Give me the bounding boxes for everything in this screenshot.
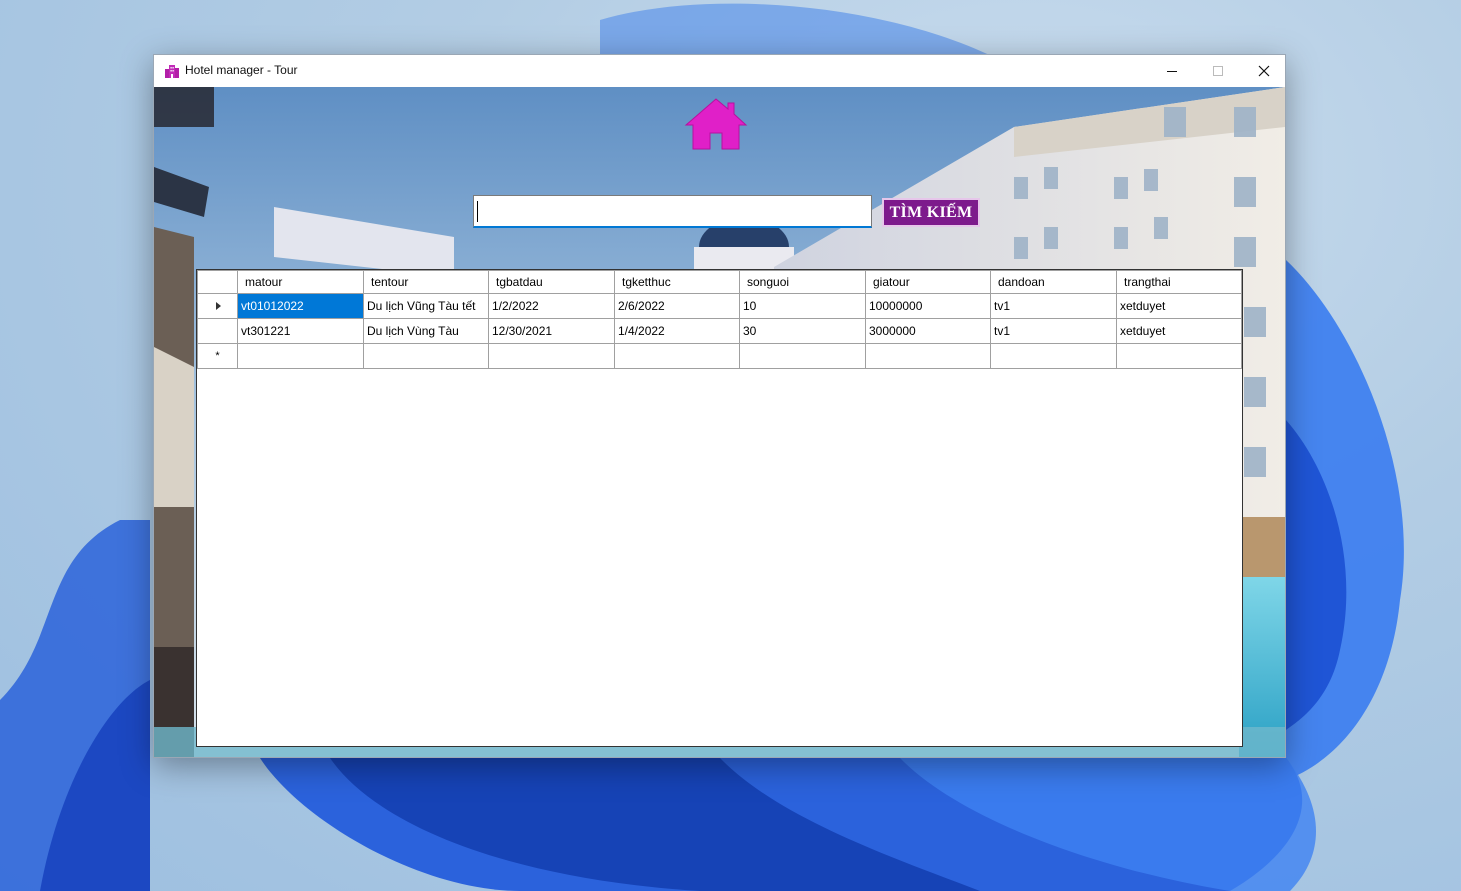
- minimize-button[interactable]: [1149, 55, 1195, 87]
- table-cell[interactable]: [1116, 343, 1242, 369]
- row-header-current[interactable]: [197, 293, 238, 319]
- corner-header[interactable]: [197, 270, 238, 294]
- column-header-matour[interactable]: matour: [237, 270, 364, 294]
- table-cell[interactable]: 1/4/2022: [614, 318, 740, 344]
- table-cell[interactable]: [488, 343, 615, 369]
- header-row: matour tentour tgbatdau tgketthuc songuo…: [197, 270, 1242, 294]
- table-cell[interactable]: Du lịch Vùng Tàu: [363, 318, 489, 344]
- table-cell[interactable]: [363, 343, 489, 369]
- close-button[interactable]: [1241, 55, 1285, 87]
- close-icon: [1258, 65, 1270, 77]
- table-cell[interactable]: 30: [739, 318, 866, 344]
- table-row[interactable]: vt01012022 Du lịch Vũng Tàu tết 1/2/2022…: [197, 293, 1242, 319]
- column-header-tgketthuc[interactable]: tgketthuc: [614, 270, 740, 294]
- table-cell[interactable]: xetduyet: [1116, 293, 1242, 319]
- text-caret: [477, 201, 478, 222]
- new-row[interactable]: *: [197, 343, 1242, 369]
- title-bar[interactable]: Hotel manager - Tour: [154, 55, 1285, 87]
- column-header-songuoi[interactable]: songuoi: [739, 270, 866, 294]
- table-cell[interactable]: 2/6/2022: [614, 293, 740, 319]
- table-cell[interactable]: xetduyet: [1116, 318, 1242, 344]
- app-window: Hotel manager - Tour TÌM KIẾM matour ten…: [153, 54, 1286, 758]
- home-icon[interactable]: [684, 97, 748, 151]
- row-header[interactable]: [197, 318, 238, 344]
- table-cell[interactable]: Du lịch Vũng Tàu tết: [363, 293, 489, 319]
- table-cell[interactable]: 3000000: [865, 318, 991, 344]
- client-area: TÌM KIẾM matour tentour tgbatdau tgketth…: [154, 87, 1285, 757]
- table-cell[interactable]: 1/2/2022: [488, 293, 615, 319]
- hotel-building-icon: [165, 65, 179, 78]
- table-cell[interactable]: vt01012022: [237, 293, 364, 319]
- search-button[interactable]: TÌM KIẾM: [882, 198, 980, 227]
- table-cell[interactable]: tv1: [990, 318, 1117, 344]
- column-header-dandoan[interactable]: dandoan: [990, 270, 1117, 294]
- table-cell[interactable]: vt301221: [237, 318, 364, 344]
- column-header-giatour[interactable]: giatour: [865, 270, 991, 294]
- table-cell[interactable]: [739, 343, 866, 369]
- table-cell[interactable]: [990, 343, 1117, 369]
- column-header-trangthai[interactable]: trangthai: [1116, 270, 1242, 294]
- table-cell[interactable]: [237, 343, 364, 369]
- table-cell[interactable]: 10000000: [865, 293, 991, 319]
- column-header-tentour[interactable]: tentour: [363, 270, 489, 294]
- maximize-button[interactable]: [1195, 55, 1241, 87]
- column-header-tgbatdau[interactable]: tgbatdau: [488, 270, 615, 294]
- new-row-marker: *: [197, 343, 238, 369]
- maximize-icon: [1213, 66, 1223, 76]
- search-input[interactable]: [473, 195, 872, 228]
- window-title: Hotel manager - Tour: [185, 63, 298, 77]
- table-cell[interactable]: tv1: [990, 293, 1117, 319]
- current-row-arrow-icon: [216, 302, 221, 310]
- table-row[interactable]: vt301221 Du lịch Vùng Tàu 12/30/2021 1/4…: [197, 318, 1242, 344]
- table-cell[interactable]: 12/30/2021: [488, 318, 615, 344]
- table-cell[interactable]: 10: [739, 293, 866, 319]
- tour-table: matour tentour tgbatdau tgketthuc songuo…: [197, 270, 1242, 369]
- tour-data-grid[interactable]: matour tentour tgbatdau tgketthuc songuo…: [196, 269, 1243, 747]
- table-cell[interactable]: [614, 343, 740, 369]
- table-cell[interactable]: [865, 343, 991, 369]
- minimize-icon: [1167, 71, 1177, 72]
